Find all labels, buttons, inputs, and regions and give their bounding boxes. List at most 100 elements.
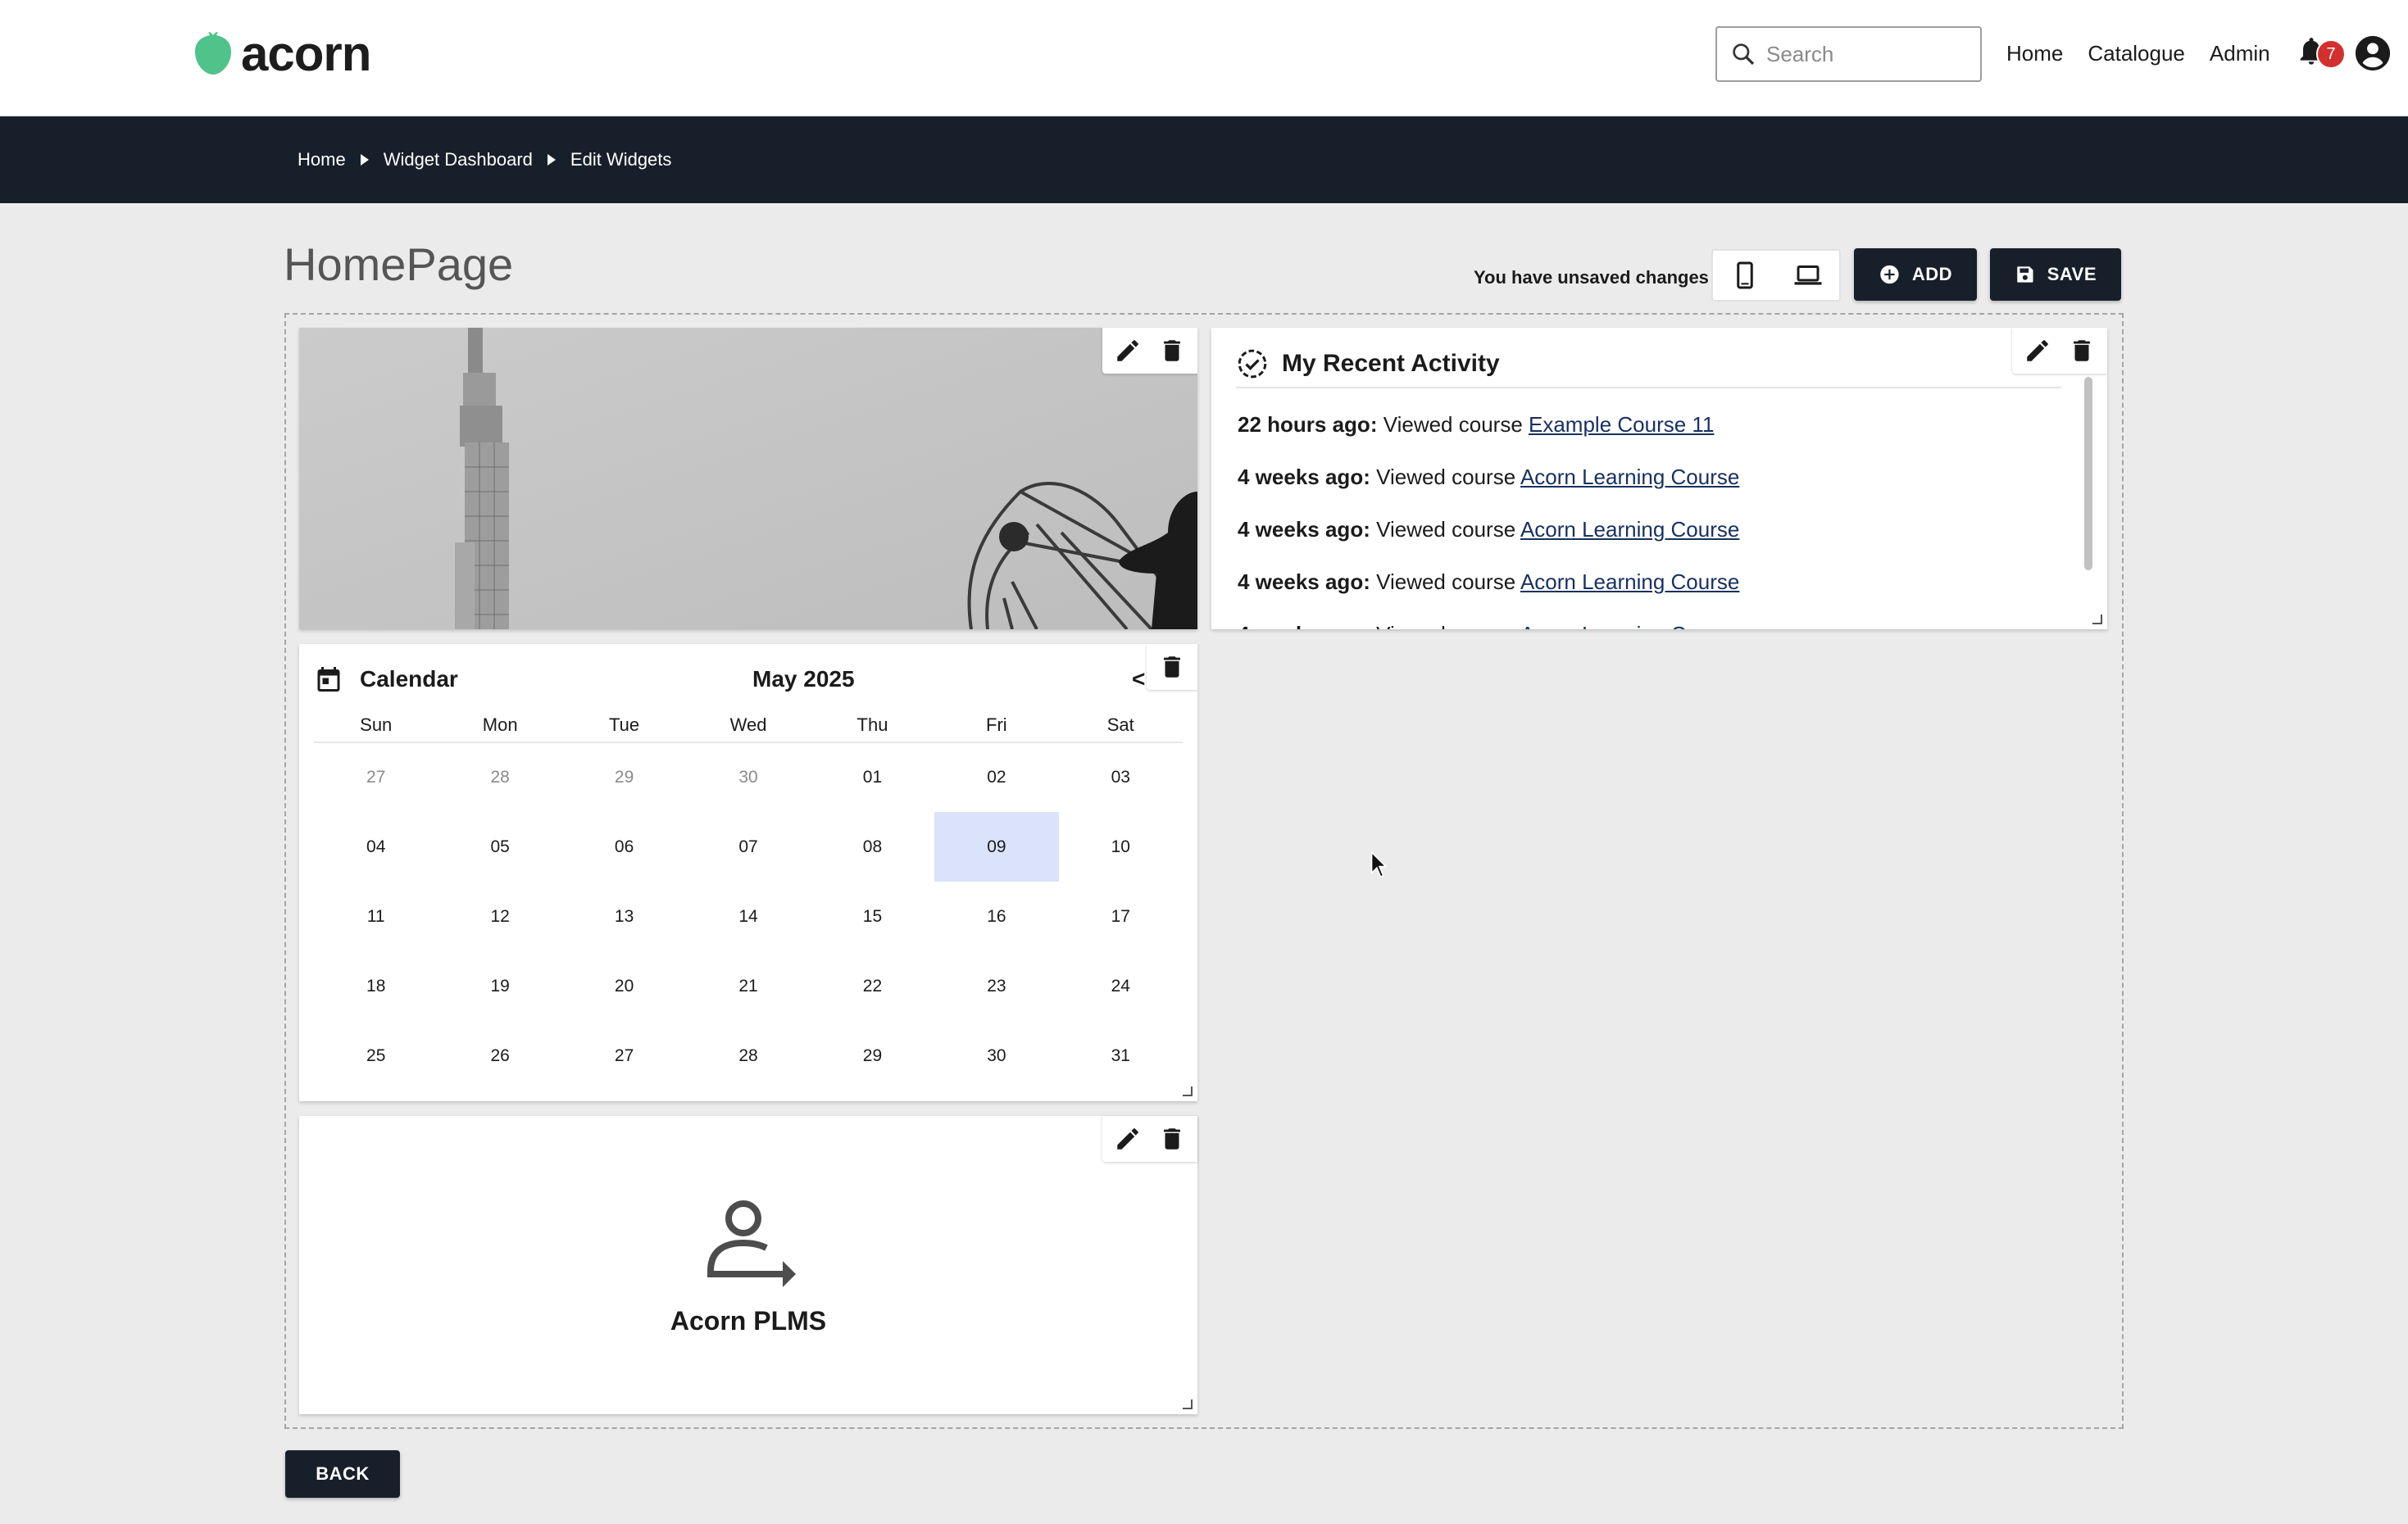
calendar-day[interactable]: 12 xyxy=(438,882,561,951)
calendar-day[interactable]: 27 xyxy=(314,742,438,812)
divider xyxy=(1236,387,2061,388)
image-widget-tools xyxy=(1102,328,1197,374)
calendar-day[interactable]: 23 xyxy=(934,951,1058,1021)
weekday-header: Fri xyxy=(934,708,1059,743)
scrollbar[interactable] xyxy=(2084,377,2092,570)
page-title: HomePage xyxy=(284,238,514,290)
laptop-icon xyxy=(1794,265,1821,285)
calendar-day[interactable]: 26 xyxy=(438,1021,561,1091)
acorn-logo[interactable]: acorn xyxy=(193,26,371,81)
calendar-day[interactable]: 11 xyxy=(314,882,438,951)
save-button[interactable]: SAVE xyxy=(1990,248,2121,301)
trash-icon xyxy=(2074,340,2090,361)
back-button[interactable]: BACK xyxy=(285,1450,400,1498)
search-box[interactable] xyxy=(1715,26,1982,82)
calendar-day[interactable]: 21 xyxy=(686,951,810,1021)
calendar-day[interactable]: 05 xyxy=(438,812,561,882)
image-widget[interactable] xyxy=(299,328,1197,629)
breadcrumb-widget-dashboard[interactable]: Widget Dashboard xyxy=(384,149,533,170)
calendar-widget-tools xyxy=(1147,644,1197,690)
calendar-day[interactable]: 16 xyxy=(934,882,1058,951)
calendar-day[interactable]: 01 xyxy=(811,742,934,812)
activity-item: 4 weeks ago: Viewed course Acorn Learnin… xyxy=(1238,460,2041,513)
breadcrumb-edit-widgets: Edit Widgets xyxy=(570,149,672,170)
mobile-view-button[interactable] xyxy=(1713,251,1776,300)
breadcrumb-separator-icon xyxy=(360,154,369,166)
calendar-icon xyxy=(317,667,340,692)
activity-item: 4 weeks ago: Viewed course Acorn Learnin… xyxy=(1238,618,2041,629)
calendar-day[interactable]: 24 xyxy=(1059,951,1183,1021)
activity-action: Viewed course xyxy=(1370,622,1520,629)
calendar-day[interactable]: 29 xyxy=(811,1021,934,1091)
previous-month-button[interactable]: < xyxy=(1132,659,1145,700)
recent-activity-header: My Recent Activity xyxy=(1236,341,1500,387)
breadcrumb-home[interactable]: Home xyxy=(298,149,346,170)
skyline-image xyxy=(299,328,1197,629)
resize-handle[interactable] xyxy=(2092,615,2102,624)
acorn-logo-icon xyxy=(195,32,231,75)
add-circle-icon xyxy=(1880,265,1899,284)
weekday-header: Thu xyxy=(810,708,935,743)
calendar-day[interactable]: 10 xyxy=(1059,812,1183,882)
activity-time: 22 hours ago: xyxy=(1238,412,1378,437)
calendar-day[interactable]: 03 xyxy=(1059,742,1183,812)
activity-time: 4 weeks ago: xyxy=(1238,569,1370,594)
calendar-day[interactable]: 25 xyxy=(314,1021,438,1091)
resize-handle[interactable] xyxy=(1183,1399,1193,1409)
device-toggle xyxy=(1711,249,1841,302)
calendar-day[interactable]: 02 xyxy=(934,742,1058,812)
calendar-day[interactable]: 19 xyxy=(438,951,561,1021)
calendar-day[interactable]: 28 xyxy=(686,1021,810,1091)
course-link[interactable]: Acorn Learning Course xyxy=(1520,517,1739,542)
calendar-day-today[interactable]: 09 xyxy=(934,812,1059,882)
calendar-day[interactable]: 31 xyxy=(1059,1021,1183,1091)
calendar-day[interactable]: 29 xyxy=(562,742,686,812)
plms-link-widget[interactable]: Acorn PLMS xyxy=(299,1116,1197,1414)
nav-admin[interactable]: Admin xyxy=(2210,41,2270,66)
add-label: ADD xyxy=(1911,264,1952,284)
edit-widget-button[interactable] xyxy=(1107,330,1148,371)
calendar-day[interactable]: 13 xyxy=(562,882,686,951)
calendar-day[interactable]: 14 xyxy=(686,882,810,951)
calendar-day[interactable]: 06 xyxy=(562,812,686,882)
delete-widget-button[interactable] xyxy=(2061,330,2102,371)
calendar-day[interactable]: 17 xyxy=(1059,882,1183,951)
nav-home[interactable]: Home xyxy=(2006,41,2063,66)
nav-catalogue[interactable]: Catalogue xyxy=(2088,41,2185,66)
course-link[interactable]: Example Course 11 xyxy=(1529,412,1714,437)
resize-handle[interactable] xyxy=(1183,1086,1193,1096)
recent-activity-title: My Recent Activity xyxy=(1282,350,1500,377)
course-link[interactable]: Acorn Learning Course xyxy=(1520,465,1739,489)
edit-widget-button[interactable] xyxy=(1107,1118,1148,1159)
account-icon[interactable] xyxy=(2354,34,2392,72)
course-link[interactable]: Acorn Learning Course xyxy=(1520,622,1739,629)
calendar-day[interactable]: 20 xyxy=(562,951,686,1021)
delete-widget-button[interactable] xyxy=(1152,646,1193,687)
activity-list: 22 hours ago: Viewed course Example Cour… xyxy=(1238,408,2041,629)
activity-action: Viewed course xyxy=(1370,517,1520,542)
calendar-day[interactable]: 15 xyxy=(811,882,934,951)
calendar-day[interactable]: 22 xyxy=(811,951,934,1021)
calendar-day[interactable]: 08 xyxy=(811,812,934,882)
search-input[interactable] xyxy=(1766,41,1963,67)
user-arrow-icon xyxy=(707,1200,796,1287)
calendar-day[interactable]: 30 xyxy=(934,1021,1058,1091)
desktop-view-button[interactable] xyxy=(1776,251,1839,300)
calendar-day[interactable]: 04 xyxy=(314,812,438,882)
notification-badge: 7 xyxy=(2316,39,2346,69)
calendar-month: May 2025 xyxy=(752,666,855,692)
search-icon xyxy=(1733,43,1755,66)
calendar-day[interactable]: 28 xyxy=(438,742,561,812)
delete-widget-button[interactable] xyxy=(1152,330,1193,371)
course-link[interactable]: Acorn Learning Course xyxy=(1520,569,1739,594)
calendar-day[interactable]: 30 xyxy=(686,742,810,812)
plms-widget-tools xyxy=(1102,1116,1197,1162)
edit-widget-button[interactable] xyxy=(2017,330,2058,371)
calendar-day[interactable]: 18 xyxy=(314,951,438,1021)
top-nav: Home Catalogue Admin xyxy=(2006,33,2270,74)
delete-widget-button[interactable] xyxy=(1152,1118,1193,1159)
add-widget-button[interactable]: ADD xyxy=(1854,248,1977,301)
activity-check-icon xyxy=(1238,349,1267,379)
calendar-day[interactable]: 27 xyxy=(562,1021,686,1091)
calendar-day[interactable]: 07 xyxy=(686,812,810,882)
